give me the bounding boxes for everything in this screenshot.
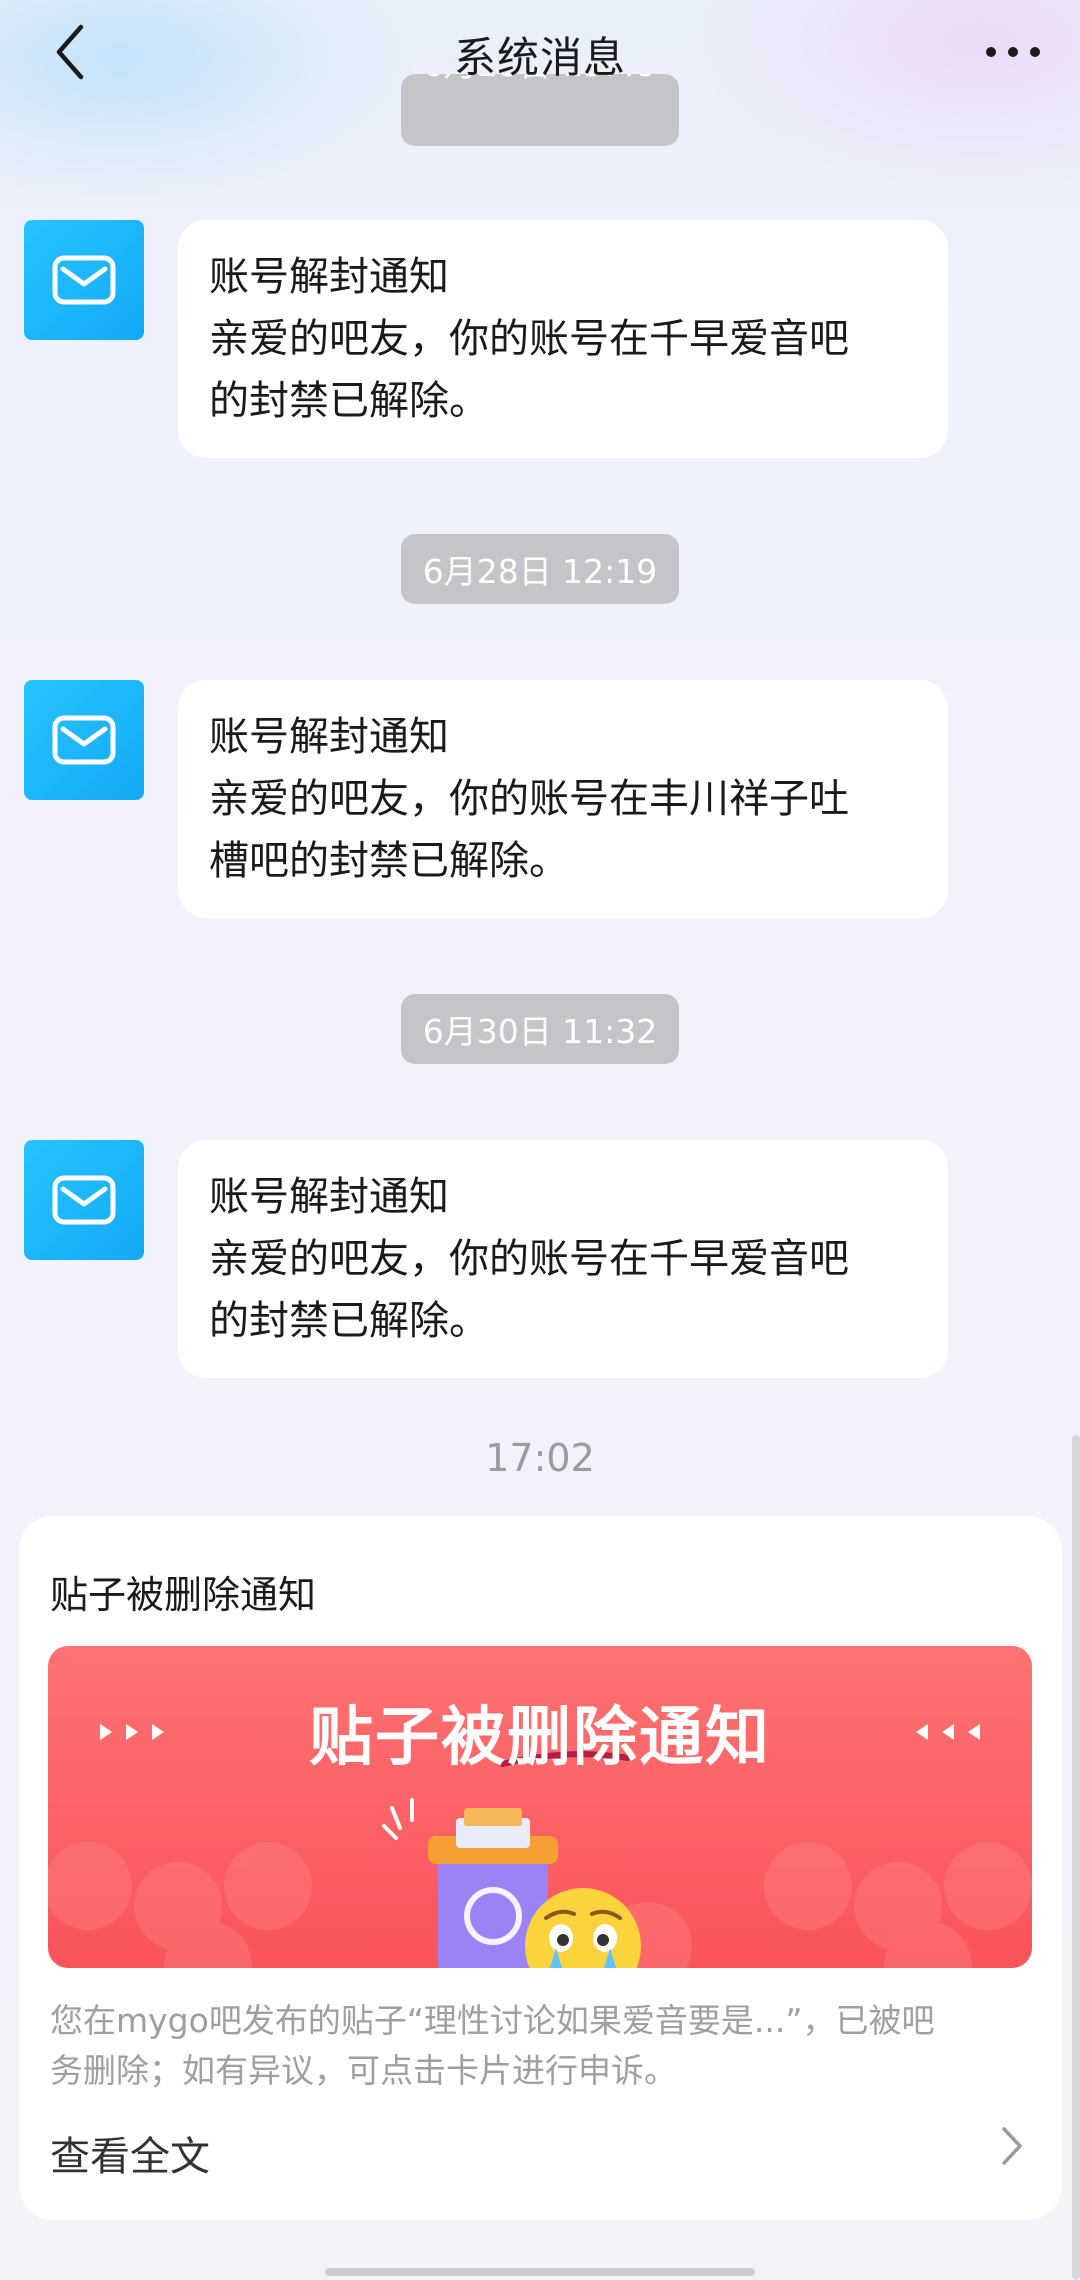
- message-body-line: 的封禁已解除。: [209, 1298, 489, 1344]
- message-bubble[interactable]: 账号解封通知 亲爱的吧友，你的账号在千早爱音吧 的封禁已解除。: [178, 1140, 948, 1378]
- timestamp-text: 6月28日 12:19: [422, 552, 658, 591]
- timestamp-pill: 6月30日 11:32: [401, 994, 679, 1064]
- notice-banner[interactable]: 贴子被删除通知: [48, 1646, 1032, 1968]
- view-full-text-link[interactable]: 查看全文: [50, 2124, 210, 2182]
- scrollbar[interactable]: [1072, 1435, 1080, 2280]
- trash-bin-illustration: [382, 1798, 641, 1968]
- more-horizontal-icon: [986, 47, 1040, 57]
- mail-icon: [52, 1175, 116, 1225]
- post-deleted-card[interactable]: 贴子被删除通知 贴子被删除通知 您在mygo吧发布的贴子“理性讨论如果爱音要是.…: [19, 1516, 1062, 2220]
- home-indicator[interactable]: [325, 2268, 755, 2276]
- card-description: 您在mygo吧发布的贴子“理性讨论如果爱音要是...”，已被吧 务删除；如有异议…: [50, 1996, 1040, 2096]
- message-body-line: 亲爱的吧友，你的账号在千早爱音吧: [209, 316, 849, 362]
- card-description-line: 您在mygo吧发布的贴子“理性讨论如果爱音要是...”，已被吧: [50, 2001, 935, 2040]
- page-title: 系统消息: [453, 33, 626, 82]
- system-mail-avatar[interactable]: [24, 1140, 144, 1260]
- timestamp-pill: 6月28日 12:19: [401, 534, 679, 604]
- card-description-line: 务删除；如有异议，可点击卡片进行申诉。: [50, 2051, 677, 2090]
- mail-icon: [52, 715, 116, 765]
- card-title: 贴子被删除通知: [50, 1573, 317, 1617]
- timestamp-text: 6月30日 11:32: [422, 1012, 658, 1051]
- message-title: 账号解封通知: [209, 714, 449, 760]
- message-bubble[interactable]: 账号解封通知 亲爱的吧友，你的账号在千早爱音吧 的封禁已解除。: [178, 220, 948, 458]
- chevron-right-icon[interactable]: [992, 2114, 1032, 2178]
- message-body-line: 亲爱的吧友，你的账号在丰川祥子吐: [209, 776, 849, 822]
- message-body-line: 槽吧的封禁已解除。: [209, 838, 569, 884]
- message-bubble[interactable]: 账号解封通知 亲爱的吧友，你的账号在丰川祥子吐 槽吧的封禁已解除。: [178, 680, 948, 918]
- system-mail-avatar[interactable]: [24, 680, 144, 800]
- top-nav-bar: 系统消息: [0, 0, 1080, 104]
- more-button[interactable]: [978, 28, 1048, 76]
- banner-title: 贴子被删除通知: [309, 1701, 771, 1775]
- system-mail-avatar[interactable]: [24, 220, 144, 340]
- mail-icon: [52, 255, 116, 305]
- timestamp-text: 17:02: [485, 1436, 595, 1480]
- message-body-line: 的封禁已解除。: [209, 378, 489, 424]
- message-body-line: 亲爱的吧友，你的账号在千早爱音吧: [209, 1236, 849, 1282]
- message-title: 账号解封通知: [209, 254, 449, 300]
- message-title: 账号解封通知: [209, 1174, 449, 1220]
